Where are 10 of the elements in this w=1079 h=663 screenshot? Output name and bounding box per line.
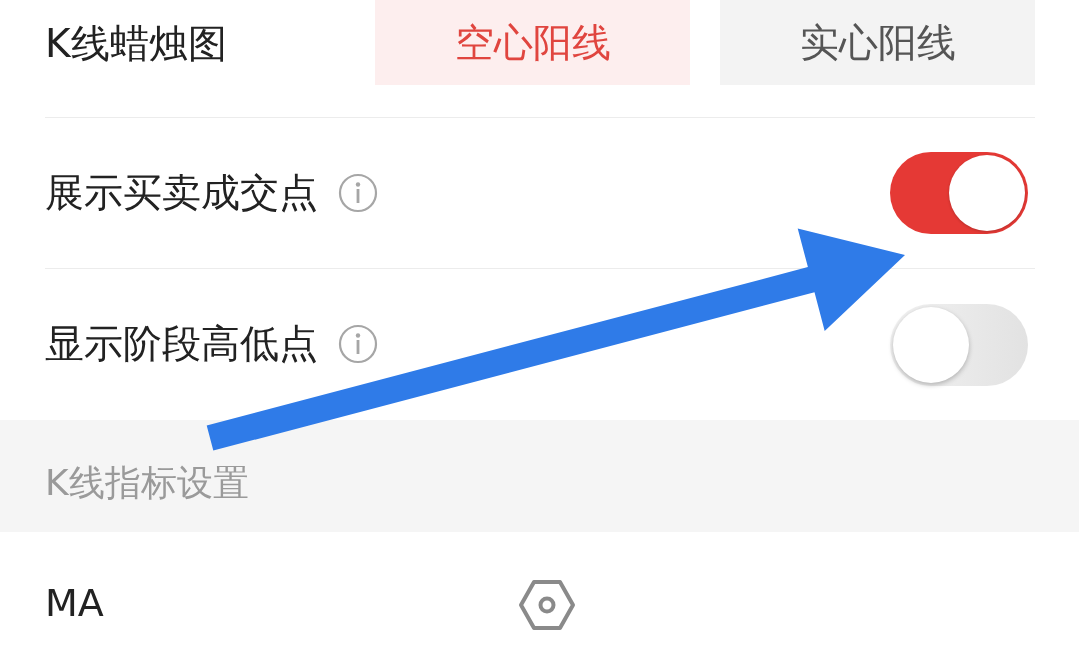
indicator-name: MA [45, 579, 105, 627]
setting-label: K线蜡烛图 [45, 20, 227, 68]
setting-label: 显示阶段高低点 [45, 321, 318, 368]
hexagon-settings-icon[interactable] [518, 578, 576, 631]
segment-option[interactable]: 空心阳线 [375, 0, 690, 85]
segment-option[interactable]: 实心阳线 [720, 0, 1035, 85]
info-icon[interactable] [338, 324, 378, 365]
setting-label: 展示买卖成交点 [45, 169, 318, 217]
section-title: K线指标设置 [45, 460, 249, 505]
info-icon[interactable] [338, 173, 378, 213]
